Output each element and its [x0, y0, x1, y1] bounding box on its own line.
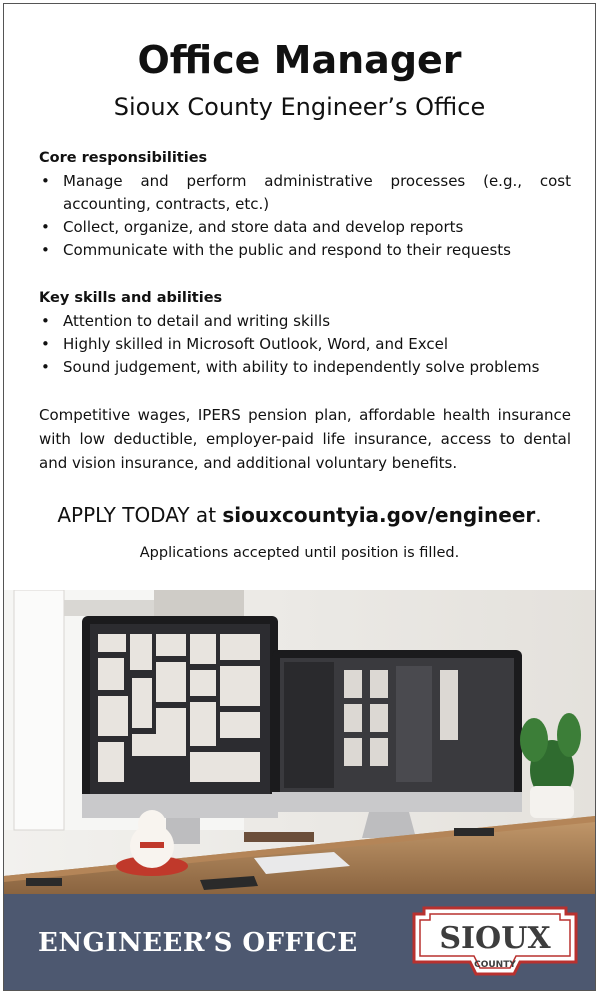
footer-bar: ENGINEER’S OFFICE SIOUX COUNTY: [4, 894, 595, 990]
key-skills-section: Key skills and abilities • Attention to d…: [39, 288, 571, 379]
list-item-text: Communicate with the public and respond …: [63, 241, 511, 259]
list-item-text: Highly skilled in Microsoft Outlook, Wor…: [63, 335, 449, 353]
applications-note: Applications accepted until position is …: [139, 545, 460, 561]
key-skills-heading: Key skills and abilities: [39, 290, 223, 306]
bullet-icon: •: [41, 172, 50, 190]
logo-sub-text: COUNTY: [474, 960, 516, 970]
key-skills-list: • Attention to detail and writing skills …: [39, 310, 571, 379]
list-item-text: Attention to detail and writing skills: [63, 312, 331, 330]
page-title: Office Manager: [137, 38, 462, 82]
job-ad: Office Manager Sioux County Engineer’s O…: [3, 3, 596, 991]
list-item: • Attention to detail and writing skills: [41, 310, 571, 333]
list-item: • Communicate with the public and respond…: [41, 239, 571, 262]
apply-suffix: .: [535, 503, 542, 527]
core-responsibilities-list: • Manage and perform administrative proce…: [39, 170, 571, 262]
sioux-county-logo: SIOUX COUNTY: [412, 906, 578, 976]
desk-photo-illustration: [4, 590, 595, 894]
bullet-icon: •: [41, 312, 50, 330]
bullet-icon: •: [41, 358, 50, 376]
core-responsibilities-section: Core responsibilities • Manage and perfor…: [39, 148, 571, 262]
bullet-icon: •: [41, 241, 50, 259]
list-item: • Collect, organize, and store data and d…: [41, 216, 571, 239]
apply-line: APPLY TODAY at siouxcountyia.gov/enginee…: [4, 503, 595, 527]
list-item-text: Collect, organize, and store data and de…: [63, 218, 464, 236]
list-item: • Highly skilled in Microsoft Outlook, Wo…: [41, 333, 571, 356]
bullet-icon: •: [41, 218, 50, 236]
page-subtitle: Sioux County Engineer’s Office: [113, 93, 486, 121]
benefits-paragraph: Competitive wages, IPERS pension plan, a…: [39, 406, 571, 472]
list-item-text: Manage and perform administrative proces…: [63, 172, 571, 213]
core-responsibilities-heading: Core responsibilities: [39, 150, 208, 166]
list-item: • Sound judgement, with ability to indepe…: [41, 356, 571, 379]
list-item-text: Sound judgement, with ability to indepen…: [63, 358, 540, 376]
desk-photo: [4, 590, 595, 894]
list-item: • Manage and perform administrative proce…: [41, 170, 571, 216]
logo-main-text: SIOUX: [439, 921, 551, 956]
bullet-icon: •: [41, 335, 50, 353]
footer-title: ENGINEER’S OFFICE: [38, 928, 358, 958]
apply-url-link[interactable]: siouxcountyia.gov/engineer: [222, 503, 535, 527]
apply-prefix: APPLY TODAY at: [57, 503, 223, 527]
